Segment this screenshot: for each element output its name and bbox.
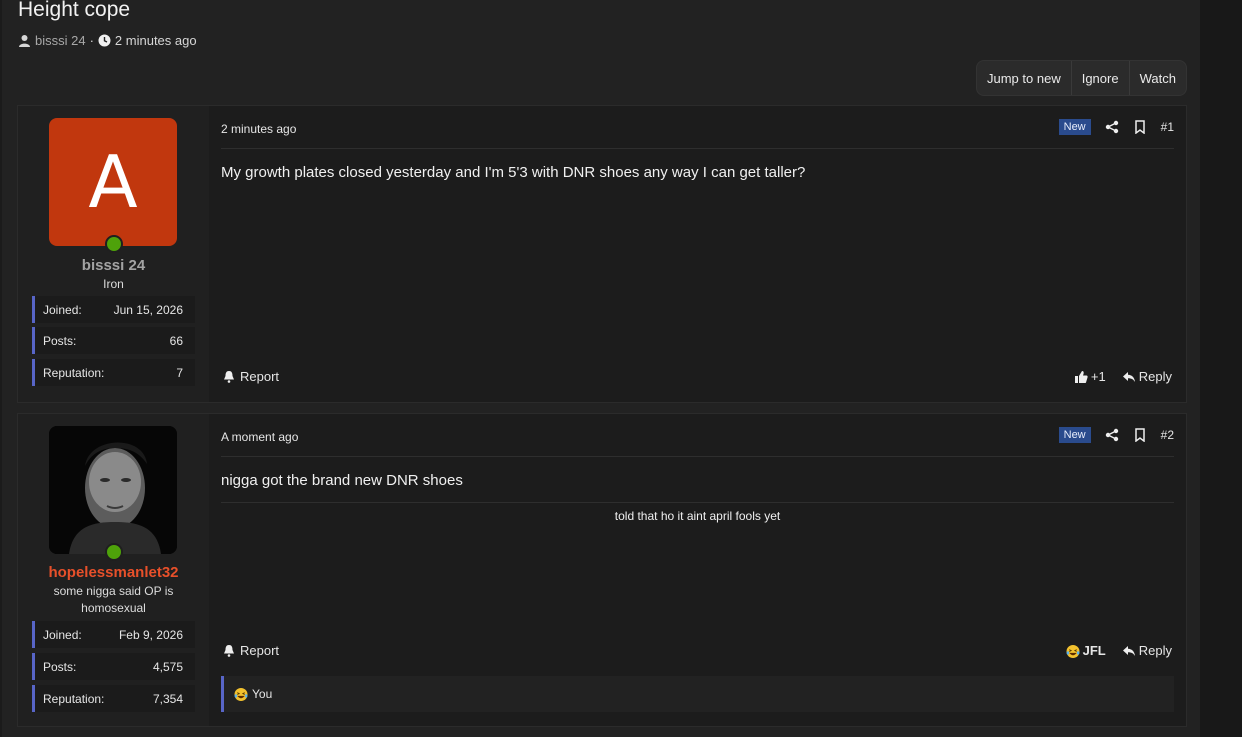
jump-to-new-button[interactable]: Jump to new (977, 61, 1072, 95)
post-body: My growth plates closed yesterday and I'… (221, 164, 806, 181)
clock-icon (98, 34, 111, 47)
post-actions: JFL Reply (1066, 643, 1172, 658)
reaction-summary[interactable]: You (221, 676, 1174, 712)
stat-label: Reputation: (43, 691, 105, 706)
new-badge: New (1058, 119, 1091, 135)
laughing-emoji-icon (1066, 644, 1080, 658)
laughing-emoji-icon (234, 687, 248, 702)
stat-value: Feb 9, 2026 (118, 627, 183, 642)
thread-page: Height cope bisssi 24 · 2 minutes ago Ju… (2, 0, 1200, 737)
bell-icon (223, 370, 237, 384)
stat-label: Posts: (43, 333, 77, 348)
stat-joined: Joined: Feb 9, 2026 (32, 621, 195, 648)
bookmark-icon[interactable] (1133, 120, 1147, 134)
report-label: Report (240, 643, 280, 658)
post-date[interactable]: 2 minutes ago (221, 122, 296, 136)
share-icon[interactable] (1105, 428, 1119, 442)
thumbs-up-icon (1074, 370, 1088, 384)
post-2: hopelessmanlet32 some nigga said OP is h… (17, 413, 1187, 727)
react-button[interactable]: JFL (1066, 643, 1106, 658)
avatar[interactable]: A (49, 118, 177, 246)
reaction-label: +1 (1090, 369, 1106, 384)
bell-icon (223, 644, 237, 658)
reply-label: Reply (1138, 643, 1172, 658)
thread-time[interactable]: 2 minutes ago (115, 33, 197, 48)
stat-joined: Joined: Jun 15, 2026 (32, 296, 195, 323)
stat-label: Posts: (43, 659, 77, 674)
reaction-user: You (252, 687, 273, 701)
thread-meta: bisssi 24 · 2 minutes ago (18, 33, 197, 48)
post-message: 2 minutes ago New #1 My growth plates cl… (209, 106, 1186, 402)
stat-reputation: Reputation: 7,354 (32, 685, 195, 712)
user-icon (18, 34, 31, 47)
post-tools: New #1 (1058, 119, 1174, 135)
react-button[interactable]: +1 (1074, 369, 1106, 384)
online-indicator (105, 235, 123, 253)
bookmark-icon[interactable] (1133, 428, 1147, 442)
reply-label: Reply (1138, 369, 1172, 384)
post-tools: New #2 (1058, 427, 1174, 443)
stat-value: 7,354 (152, 691, 183, 706)
reply-icon (1122, 370, 1136, 384)
report-link[interactable]: Report (223, 369, 279, 384)
post-date[interactable]: A moment ago (221, 430, 298, 444)
username[interactable]: bisssi 24 (18, 257, 209, 274)
thread-title: Height cope (18, 0, 131, 21)
thread-actions: Jump to new Ignore Watch (976, 60, 1187, 96)
post-actions: +1 Reply (1074, 369, 1172, 384)
stat-reputation: Reputation: 7 (32, 359, 195, 386)
post-number[interactable]: #1 (1161, 120, 1174, 134)
divider (221, 148, 1174, 149)
ignore-button[interactable]: Ignore (1072, 61, 1130, 95)
stat-label: Joined: (43, 302, 82, 317)
share-icon[interactable] (1105, 120, 1119, 134)
report-label: Report (240, 369, 280, 384)
thread-author[interactable]: bisssi 24 (35, 33, 86, 48)
username[interactable]: hopelessmanlet32 (18, 564, 209, 581)
divider (221, 456, 1174, 457)
stat-value: 4,575 (152, 659, 183, 674)
stat-posts: Posts: 4,575 (32, 653, 195, 680)
reply-icon (1122, 644, 1136, 658)
new-badge: New (1058, 427, 1091, 443)
stat-value: Jun 15, 2026 (113, 302, 183, 317)
stat-value: 66 (169, 333, 183, 348)
reply-button[interactable]: Reply (1122, 643, 1172, 658)
signature-divider (221, 502, 1174, 503)
right-gutter (1200, 0, 1242, 737)
online-indicator (105, 543, 123, 561)
post-body: nigga got the brand new DNR shoes (221, 472, 463, 489)
reaction-label: JFL (1082, 643, 1106, 658)
post-user-info: hopelessmanlet32 some nigga said OP is h… (18, 414, 209, 726)
stat-value: 7 (176, 365, 183, 380)
user-title: some nigga said OP is homosexual (53, 584, 174, 615)
avatar[interactable] (49, 426, 177, 554)
signature: told that ho it aint april fools yet (614, 509, 781, 523)
watch-button[interactable]: Watch (1130, 61, 1186, 95)
post-message: A moment ago New #2 nigga got the brand … (209, 414, 1186, 726)
stat-posts: Posts: 66 (32, 327, 195, 354)
report-link[interactable]: Report (223, 643, 279, 658)
post-number[interactable]: #2 (1161, 428, 1174, 442)
user-title: Iron (103, 277, 124, 291)
stat-label: Reputation: (43, 365, 105, 380)
meta-separator: · (89, 33, 94, 48)
stat-label: Joined: (43, 627, 82, 642)
reply-button[interactable]: Reply (1122, 369, 1172, 384)
post-user-info: A bisssi 24 Iron Joined: Jun 15, 2026 Po… (18, 106, 209, 402)
post-1: A bisssi 24 Iron Joined: Jun 15, 2026 Po… (17, 105, 1187, 403)
